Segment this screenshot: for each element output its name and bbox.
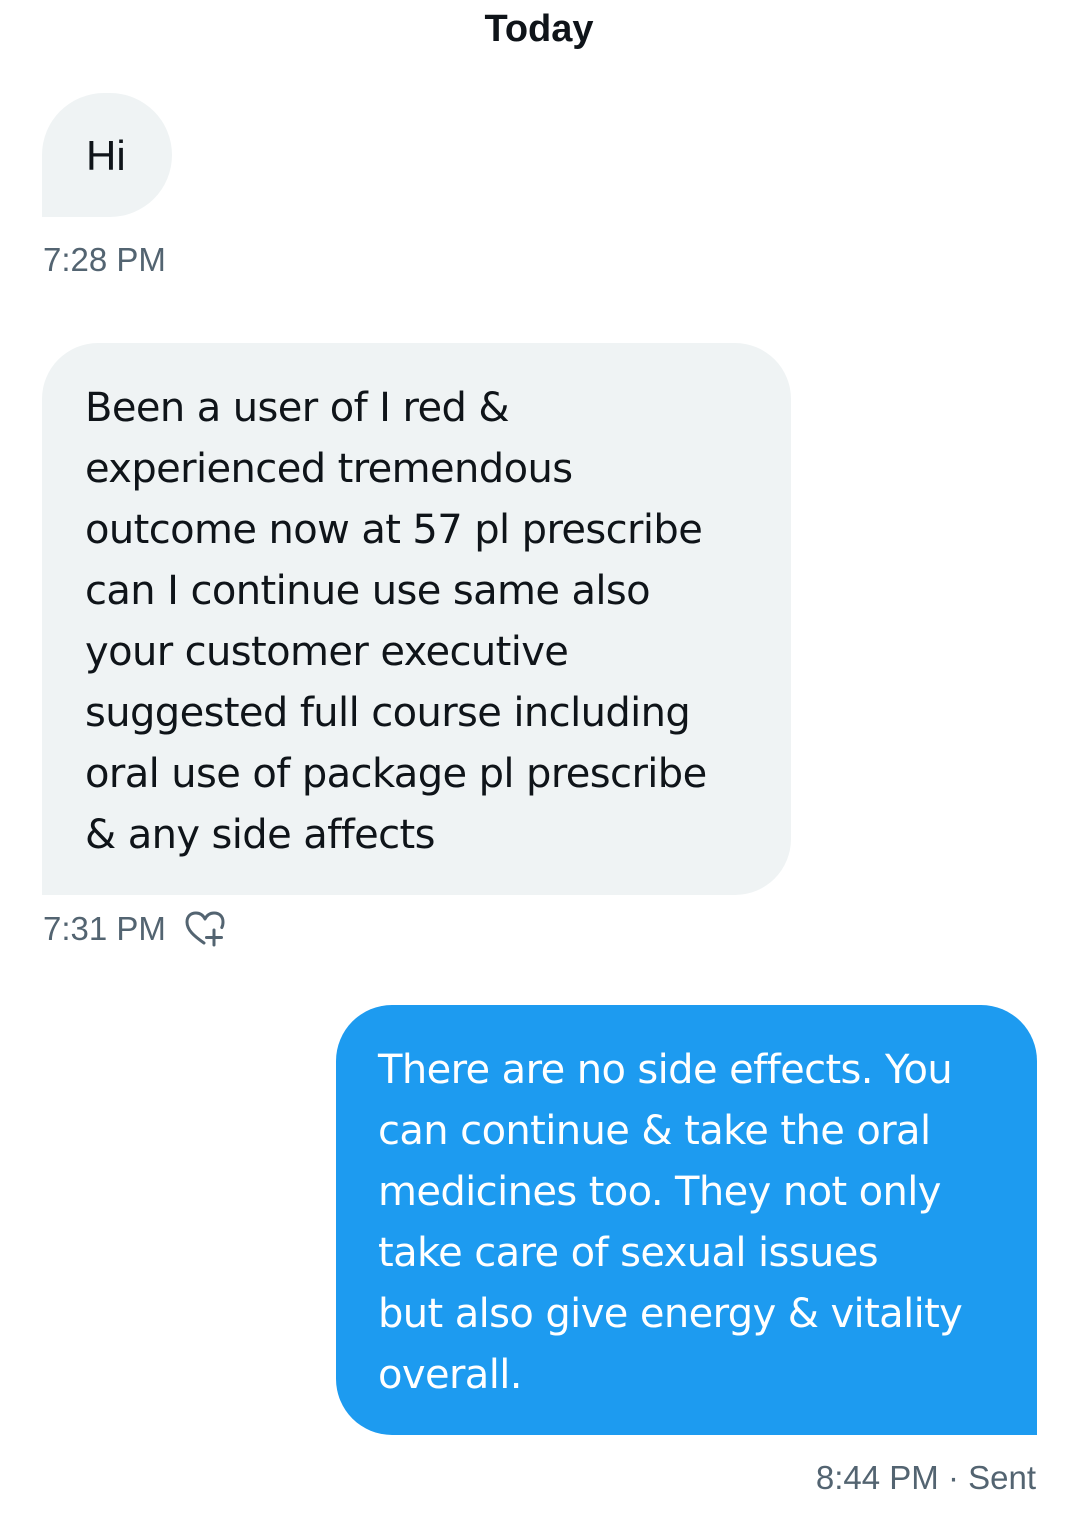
date-header: Today — [484, 8, 594, 50]
sent-message-bubble[interactable]: There are no side effects. You can conti… — [336, 1005, 1037, 1435]
received-message-bubble[interactable]: Hi — [42, 93, 172, 217]
add-reaction-heart-icon[interactable] — [184, 910, 226, 948]
received-message-bubble[interactable]: Been a user of I red & experienced treme… — [42, 343, 791, 895]
message-timestamp: 7:28 PM — [43, 241, 166, 278]
message-status: 8:44 PM · Sent — [815, 1459, 1036, 1496]
message-timestamp: 7:31 PM — [43, 910, 166, 947]
